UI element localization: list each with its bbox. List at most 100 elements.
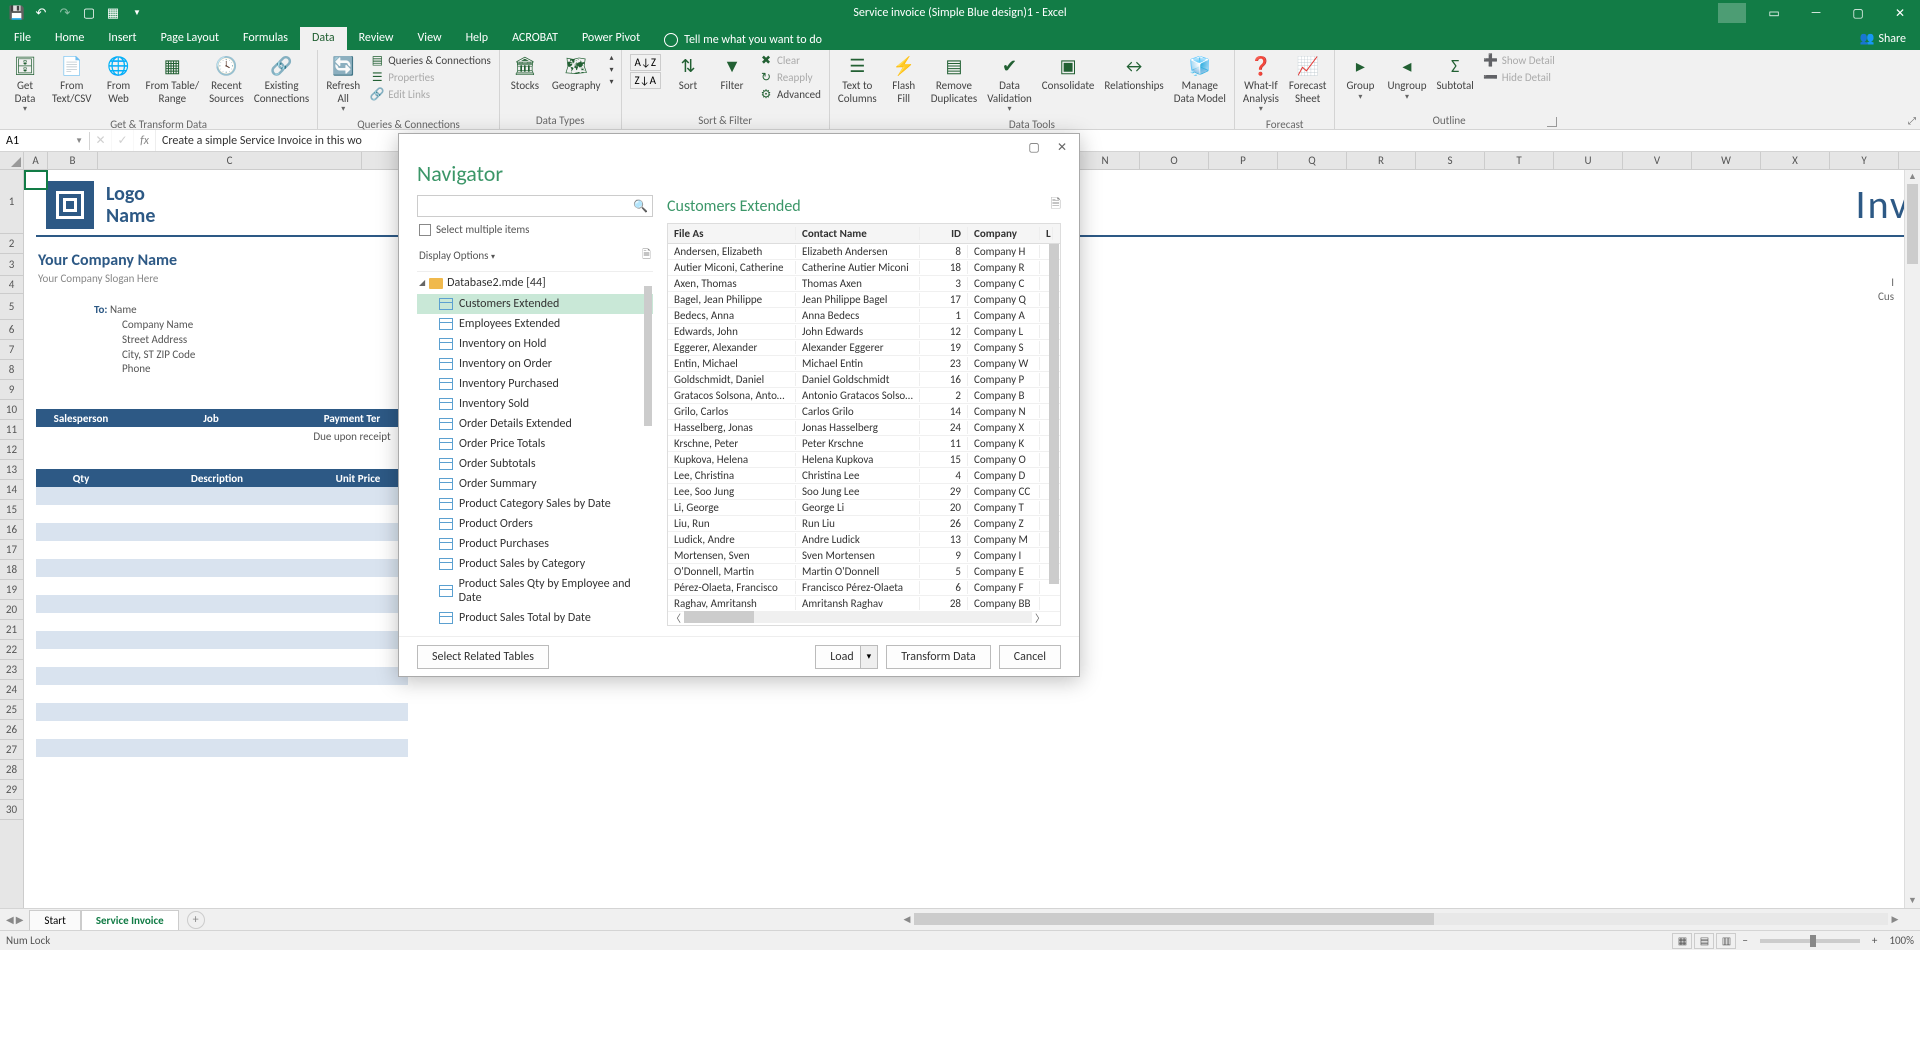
get-data-button[interactable]: 🗄Get Data▾ bbox=[4, 52, 46, 116]
col-header-C[interactable]: C bbox=[98, 152, 362, 169]
tree-item[interactable]: Customers Extended bbox=[417, 294, 653, 314]
flash-fill-button[interactable]: ⚡Flash Fill bbox=[883, 52, 925, 107]
sheet-tab-service-invoice[interactable]: Service Invoice bbox=[81, 910, 179, 932]
normal-view-button[interactable]: ▦ bbox=[1672, 933, 1692, 949]
enter-formula-icon[interactable]: ✓ bbox=[112, 130, 134, 151]
preview-options-icon[interactable]: 🗎 bbox=[1051, 195, 1061, 217]
load-button[interactable]: Load bbox=[815, 645, 860, 669]
preview-hscrollbar[interactable]: 〈 〉 bbox=[668, 609, 1048, 625]
table-row[interactable]: Autier Miconi, CatherineCatherine Autier… bbox=[668, 260, 1060, 276]
queries-conn-button[interactable]: ▤Queries & Connections bbox=[366, 52, 495, 68]
row-header-7[interactable]: 7 bbox=[0, 340, 23, 360]
tree-item[interactable]: Inventory Purchased bbox=[417, 374, 653, 394]
whatif-button[interactable]: ❓What-If Analysis▾ bbox=[1239, 52, 1283, 116]
row-header-26[interactable]: 26 bbox=[0, 720, 23, 740]
row-header-24[interactable]: 24 bbox=[0, 680, 23, 700]
select-all-button[interactable] bbox=[0, 152, 24, 169]
table-row[interactable]: Goldschmidt, DanielDaniel Goldschmidt16C… bbox=[668, 372, 1060, 388]
col-header-Y[interactable]: Y bbox=[1830, 152, 1899, 169]
tree-item[interactable]: Inventory Sold bbox=[417, 394, 653, 414]
table-row[interactable]: Bagel, Jean PhilippeJean Philippe Bagel1… bbox=[668, 292, 1060, 308]
table-row[interactable]: Liu, RunRun Liu26Company Z bbox=[668, 516, 1060, 532]
tab-insert[interactable]: Insert bbox=[96, 27, 148, 50]
sheet-tab-start[interactable]: Start bbox=[29, 910, 80, 932]
col-header-O[interactable]: O bbox=[1140, 152, 1209, 169]
row-header-19[interactable]: 19 bbox=[0, 580, 23, 600]
table-row[interactable]: Lee, Soo JungSoo Jung Lee29Company CC bbox=[668, 484, 1060, 500]
consolidate-button[interactable]: ▣Consolidate bbox=[1038, 52, 1099, 95]
table-row[interactable]: Bedecs, AnnaAnna Bedecs1Company A bbox=[668, 308, 1060, 324]
row-header-6[interactable]: 6 bbox=[0, 320, 23, 340]
undo-icon[interactable]: ↶ bbox=[30, 2, 52, 24]
group-button[interactable]: ▸Group▾ bbox=[1339, 52, 1381, 104]
new-sheet-button[interactable]: + bbox=[187, 911, 205, 929]
existing-conn-button[interactable]: 🔗Existing Connections bbox=[250, 52, 313, 107]
table-row[interactable]: Ludick, AndreAndre Ludick13Company M bbox=[668, 532, 1060, 548]
ungroup-button[interactable]: ◂Ungroup▾ bbox=[1383, 52, 1430, 104]
from-text-button[interactable]: 📄From Text/CSV bbox=[48, 52, 96, 107]
sort-az-button[interactable]: A↓Z bbox=[630, 54, 661, 71]
refresh-all-button[interactable]: 🔄Refresh All▾ bbox=[322, 52, 364, 116]
row-header-29[interactable]: 29 bbox=[0, 780, 23, 800]
preview-vscrollbar[interactable] bbox=[1048, 244, 1060, 609]
table-row[interactable]: Krschne, PeterPeter Krschne11Company K bbox=[668, 436, 1060, 452]
row-header-27[interactable]: 27 bbox=[0, 740, 23, 760]
cancel-formula-icon[interactable]: ✕ bbox=[90, 130, 112, 151]
close-icon[interactable]: ✕ bbox=[1880, 0, 1920, 26]
col-header-R[interactable]: R bbox=[1347, 152, 1416, 169]
col-header-W[interactable]: W bbox=[1692, 152, 1761, 169]
row-header-16[interactable]: 16 bbox=[0, 520, 23, 540]
tell-me[interactable]: Tell me what you want to do bbox=[652, 33, 822, 47]
row-header-21[interactable]: 21 bbox=[0, 620, 23, 640]
navigator-tree[interactable]: ◢ Database2.mde [44] Customers ExtendedE… bbox=[417, 271, 653, 626]
scroll-down-icon[interactable]: ▼ bbox=[1905, 894, 1920, 908]
text-to-columns-button[interactable]: ☰Text to Columns bbox=[834, 52, 881, 107]
scrollbar-thumb[interactable] bbox=[914, 913, 1434, 925]
cancel-button[interactable]: Cancel bbox=[999, 645, 1061, 669]
tab-file[interactable]: File bbox=[2, 27, 43, 50]
row-header-17[interactable]: 17 bbox=[0, 540, 23, 560]
new-icon[interactable]: ▢ bbox=[78, 2, 100, 24]
col-header-P[interactable]: P bbox=[1209, 152, 1278, 169]
tab-page-layout[interactable]: Page Layout bbox=[149, 27, 231, 50]
row-header-30[interactable]: 30 bbox=[0, 800, 23, 820]
scroll-up-icon[interactable]: ▲ bbox=[1905, 170, 1920, 184]
table-row[interactable]: Hasselberg, JonasJonas Hasselberg24Compa… bbox=[668, 420, 1060, 436]
chevron-down-icon[interactable]: ▼ bbox=[75, 136, 83, 146]
row-header-13[interactable]: 13 bbox=[0, 460, 23, 480]
tree-item[interactable]: Product Category Sales by Date bbox=[417, 494, 653, 514]
row-header-22[interactable]: 22 bbox=[0, 640, 23, 660]
table-row[interactable]: Entin, MichaelMichael Entin23Company W bbox=[668, 356, 1060, 372]
collapse-ribbon-icon[interactable]: ⤢ bbox=[1908, 114, 1916, 127]
filter-button[interactable]: ▼Filter bbox=[711, 52, 753, 95]
search-input[interactable] bbox=[422, 200, 633, 213]
row-header-3[interactable]: 3 bbox=[0, 254, 23, 276]
subtotal-button[interactable]: ΣSubtotal bbox=[1432, 52, 1477, 95]
row-header-4[interactable]: 4 bbox=[0, 276, 23, 294]
tab-formulas[interactable]: Formulas bbox=[231, 27, 300, 50]
table-row[interactable]: Grilo, CarlosCarlos Grilo14Company N bbox=[668, 404, 1060, 420]
geography-button[interactable]: 🗺Geography bbox=[548, 52, 605, 95]
tree-item[interactable]: Product Sales Total by Date bbox=[417, 608, 653, 626]
table-row[interactable]: Mortensen, SvenSven Mortensen9Company I bbox=[668, 548, 1060, 564]
tab-review[interactable]: Review bbox=[347, 27, 406, 50]
tree-scrollbar[interactable] bbox=[643, 272, 653, 626]
col-header-N[interactable]: N bbox=[1071, 152, 1140, 169]
row-header-1[interactable]: 1 bbox=[0, 170, 23, 234]
from-table-button[interactable]: ▦From Table/ Range bbox=[142, 52, 204, 107]
tree-item[interactable]: Inventory on Hold bbox=[417, 334, 653, 354]
row-header-11[interactable]: 11 bbox=[0, 420, 23, 440]
qat-dropdown-icon[interactable]: ▼ bbox=[126, 2, 148, 24]
minimize-icon[interactable]: — bbox=[1796, 0, 1836, 26]
checkbox-icon[interactable] bbox=[419, 224, 431, 236]
row-header-18[interactable]: 18 bbox=[0, 560, 23, 580]
collapse-icon[interactable]: ◢ bbox=[419, 278, 425, 288]
manage-model-button[interactable]: 🧊Manage Data Model bbox=[1170, 52, 1230, 107]
tab-power-pivot[interactable]: Power Pivot bbox=[570, 27, 652, 50]
tree-item[interactable]: Product Sales by Category bbox=[417, 554, 653, 574]
table-row[interactable]: Edwards, JohnJohn Edwards12Company L bbox=[668, 324, 1060, 340]
sort-za-button[interactable]: Z↓A bbox=[630, 72, 661, 89]
tab-home[interactable]: Home bbox=[43, 27, 96, 50]
table-row[interactable]: Pérez-Olaeta, FranciscoFrancisco Pérez-O… bbox=[668, 580, 1060, 596]
tab-nav[interactable]: ◀▶ bbox=[0, 913, 29, 926]
